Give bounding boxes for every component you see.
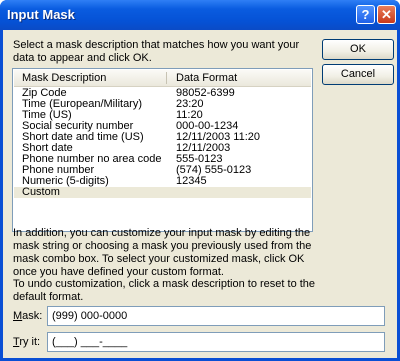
- tryit-label: Try it:: [13, 336, 40, 348]
- mask-label-text: ask:: [22, 310, 43, 322]
- tryit-input[interactable]: (___) ___-____: [47, 332, 385, 352]
- cancel-button[interactable]: Cancel: [322, 64, 394, 85]
- dialog-body: Select a mask description that matches h…: [3, 30, 397, 358]
- column-divider[interactable]: [166, 72, 167, 84]
- title-bar[interactable]: Input Mask ? ✕: [0, 0, 400, 30]
- mask-description-cell: Custom: [22, 186, 60, 198]
- input-mask-dialog: Input Mask ? ✕ Select a mask description…: [0, 0, 400, 361]
- instruction-text: Select a mask description that matches h…: [13, 39, 300, 64]
- mask-label: Mask:: [13, 310, 42, 322]
- mask-list[interactable]: Mask Description Data Format Zip Code 98…: [12, 68, 313, 232]
- dialog-title: Input Mask: [7, 7, 75, 22]
- column-header-mask-description[interactable]: Mask Description: [22, 71, 106, 85]
- data-format-cell: 12345: [176, 175, 207, 187]
- customize-help-text: In addition, you can customize your inpu…: [13, 227, 312, 278]
- help-icon: ?: [361, 7, 370, 22]
- mask-input[interactable]: (999) 000-0000: [47, 306, 385, 326]
- close-button[interactable]: ✕: [377, 5, 396, 24]
- list-row-selected[interactable]: Custom: [14, 187, 311, 198]
- help-button[interactable]: ?: [356, 5, 375, 24]
- undo-help-text: To undo customization, click a mask desc…: [13, 278, 316, 303]
- tryit-label-text: ry it:: [19, 336, 41, 348]
- mask-label-access-key: M: [13, 310, 23, 322]
- ok-button[interactable]: OK: [322, 39, 394, 60]
- column-header-data-format[interactable]: Data Format: [176, 71, 237, 85]
- close-icon: ✕: [381, 7, 392, 22]
- list-header: Mask Description Data Format: [14, 70, 311, 87]
